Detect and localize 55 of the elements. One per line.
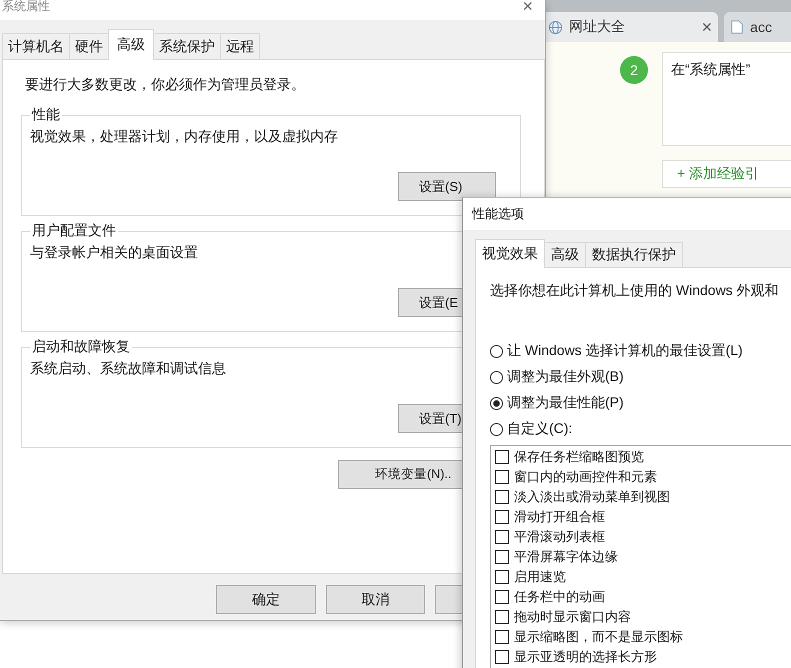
checkbox[interactable] [495, 550, 509, 564]
checkbox[interactable] [495, 630, 509, 644]
tab[interactable]: 数据执行保护 [585, 242, 683, 267]
dialog-button[interactable]: 确定 [216, 585, 316, 614]
radio-button[interactable] [490, 370, 503, 384]
radio-button[interactable] [490, 344, 503, 358]
dialog-button[interactable]: 取消 [326, 585, 426, 614]
radio-label: 调整为最佳性能(P) [507, 394, 624, 412]
settings-button[interactable]: 设置(S) [398, 172, 496, 201]
window-title: 系统属性 [2, 0, 50, 12]
tab[interactable]: 视觉效果 [475, 239, 545, 268]
checkbox-label: 平滑屏幕字体边缘 [514, 548, 618, 566]
radio-label: 调整为最佳外观(B) [507, 368, 624, 386]
checkbox-label: 拖动时显示窗口内容 [514, 608, 631, 626]
checkbox-label: 窗口内的动画控件和元素 [514, 468, 657, 486]
checkbox-label: 任务栏中的动画 [514, 588, 605, 606]
group-description: 视觉效果，处理器计划，内存使用，以及虚拟内存 [30, 128, 338, 146]
checkbox[interactable] [495, 510, 509, 524]
checkbox[interactable] [495, 530, 509, 544]
checkbox-label: 滑动打开组合框 [514, 508, 605, 526]
radio-label: 自定义(C): [507, 420, 572, 438]
checkbox[interactable] [495, 610, 509, 624]
tab[interactable]: 远程 [220, 33, 260, 59]
radio-label: 让 Windows 选择计算机的最佳设置(L) [507, 342, 743, 360]
group-description: 系统启动、系统故障和调试信息 [30, 360, 226, 378]
group-title: 性能 [30, 106, 61, 124]
notice-text: 要进行大多数更改，你必须作为管理员登录。 [25, 76, 306, 94]
environment-variables-button[interactable]: 环境变量(N).. [338, 460, 464, 489]
checkbox-label: 启用速览 [514, 568, 566, 586]
checkbox-label: 保存任务栏缩略图预览 [514, 448, 644, 466]
tab[interactable]: 计算机名 [2, 33, 70, 59]
checkbox[interactable] [495, 470, 509, 484]
document-icon [730, 19, 744, 35]
group-title: 用户配置文件 [31, 222, 117, 240]
step-text-box[interactable]: 在“系统属性” [662, 52, 791, 146]
radio-button[interactable] [490, 396, 503, 410]
checkbox[interactable] [495, 450, 509, 464]
close-button[interactable]: × [522, 0, 533, 12]
radio-button[interactable] [490, 422, 503, 436]
checkbox[interactable] [495, 490, 509, 504]
browser-tab[interactable]: acc [724, 12, 791, 42]
checkbox-label: 淡入淡出或滑动菜单到视图 [514, 488, 670, 506]
checkbox[interactable] [495, 570, 509, 584]
checkbox[interactable] [495, 650, 509, 664]
checkbox-label: 显示亚透明的选择长方形 [514, 648, 657, 666]
add-reference-button[interactable]: + 添加经验引 [662, 160, 791, 188]
window-title: 性能选项 [463, 198, 791, 230]
step-badge: 2 [620, 56, 648, 84]
checkbox-label: 平滑滚动列表框 [514, 528, 605, 546]
group-description: 与登录帐户相关的桌面设置 [30, 244, 198, 262]
tab[interactable]: 高级 [108, 29, 154, 60]
checkbox-label: 显示缩略图，而不是显示图标 [514, 628, 683, 646]
checkbox[interactable] [495, 590, 509, 604]
globe-icon [548, 20, 563, 34]
group-title: 启动和故障恢复 [31, 338, 131, 356]
